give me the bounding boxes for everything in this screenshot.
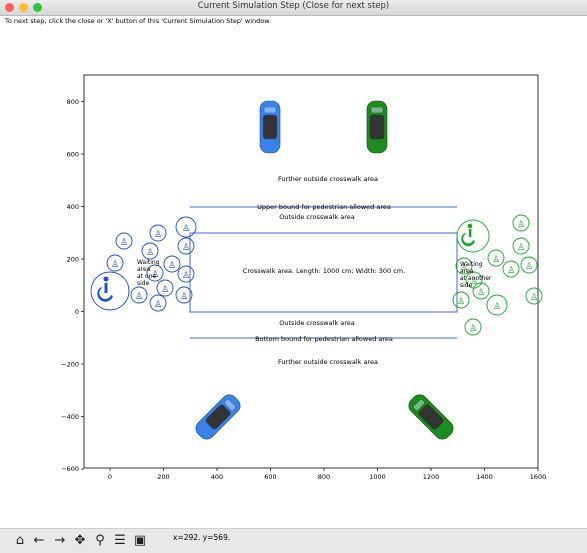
simulation-plot: 0 200 400 600 800 1000 1200 1400 1600 80… (61, 74, 546, 481)
right-waiting-line: area (460, 268, 474, 275)
configure-subplots-icon[interactable]: ☰ (112, 533, 128, 549)
save-icon[interactable]: ▣ (132, 533, 148, 549)
green-car-top (366, 100, 388, 154)
left-waiting-line: side (137, 280, 150, 287)
svg-text:♙: ♙ (161, 285, 169, 295)
svg-text:♙: ♙ (182, 271, 190, 281)
outside-bottom-label: Outside crosswalk area (279, 319, 354, 327)
outside-top-label: Outside crosswalk area (279, 213, 354, 221)
svg-text:♙: ♙ (168, 261, 176, 271)
svg-text:♙: ♙ (457, 297, 465, 307)
blue-car-bottom (192, 391, 244, 443)
right-waiting-line: Waiting (460, 261, 483, 268)
crosswalk-label: Crosswalk area. Length: 1000 cm; Width: … (243, 267, 405, 275)
home-icon[interactable]: ⌂ (12, 533, 28, 549)
right-waiting-line: at another (460, 275, 492, 282)
y-tick-label: −200 (61, 361, 79, 369)
back-arrow-icon[interactable]: ← (31, 533, 47, 549)
x-tick-label: 1600 (530, 473, 547, 481)
svg-text:♙: ♙ (182, 243, 190, 253)
left-waiting-line: at one (137, 273, 156, 280)
svg-text:♙: ♙ (135, 292, 143, 302)
further-outside-bottom-label: Further outside crosswalk area (278, 358, 378, 366)
svg-text:♙: ♙ (146, 248, 154, 258)
svg-text:♙: ♙ (154, 230, 162, 240)
x-tick-label: 400 (211, 473, 223, 481)
y-tick-label: −600 (61, 465, 79, 473)
svg-text:♙: ♙ (493, 302, 501, 312)
svg-text:♙: ♙ (492, 255, 500, 265)
cursor-coordinates: x=292. y=569. (173, 533, 231, 542)
svg-text:♙: ♙ (530, 293, 538, 303)
forward-arrow-icon[interactable]: → (52, 533, 68, 549)
y-tick-label: 600 (67, 151, 79, 159)
y-tick-label: 0 (75, 308, 79, 316)
svg-text:♙: ♙ (111, 260, 119, 270)
left-pedestrian-icons: ♙♙♙ ♙♙♙ ♙♙♙ ♙♙♙ ♙ (111, 224, 190, 310)
upper-bound-label: Upper bound for pedestrian allowed area (257, 203, 391, 211)
svg-text:♙: ♙ (120, 238, 128, 248)
svg-text:♙: ♙ (517, 243, 525, 253)
y-tick-label: −400 (61, 413, 79, 421)
x-tick-label: 1400 (476, 473, 493, 481)
svg-text:♙: ♙ (525, 262, 533, 272)
y-tick-label: 400 (67, 203, 79, 211)
svg-text:♙: ♙ (180, 292, 188, 302)
x-tick-label: 1200 (423, 473, 440, 481)
svg-text:♙: ♙ (517, 220, 525, 230)
x-axis: 0 200 400 600 800 1000 1200 1400 1600 (108, 468, 546, 481)
pan-icon[interactable]: ✥ (72, 533, 88, 549)
right-waiting-line: side (460, 282, 473, 289)
further-outside-top-label: Further outside crosswalk area (278, 175, 378, 183)
svg-text:♙: ♙ (469, 324, 477, 334)
y-axis: 800 600 400 200 0 −200 −400 −600 (61, 98, 84, 473)
zoom-icon[interactable]: ⚲ (92, 533, 108, 549)
svg-text:♙: ♙ (154, 300, 162, 310)
bottom-bound-label: Bottom bound for pedestrian allowed area (255, 335, 393, 343)
x-tick-label: 800 (318, 473, 330, 481)
svg-text:♙: ♙ (182, 224, 190, 234)
svg-text:♙: ♙ (507, 266, 515, 276)
x-tick-label: 200 (157, 473, 169, 481)
navigation-toolbar: ⌂ ← → ✥ ⚲ ☰ ▣ (0, 528, 587, 553)
x-tick-label: 600 (264, 473, 276, 481)
x-tick-label: 1000 (369, 473, 386, 481)
y-tick-label: 200 (67, 256, 79, 264)
svg-text:♙: ♙ (477, 288, 485, 298)
x-tick-label: 0 (108, 473, 112, 481)
y-tick-label: 800 (67, 98, 79, 106)
blue-car-top (259, 100, 281, 154)
left-waiting-line: area (137, 266, 151, 273)
left-waiting-line: Waiting (137, 259, 160, 266)
green-car-bottom (405, 391, 457, 443)
